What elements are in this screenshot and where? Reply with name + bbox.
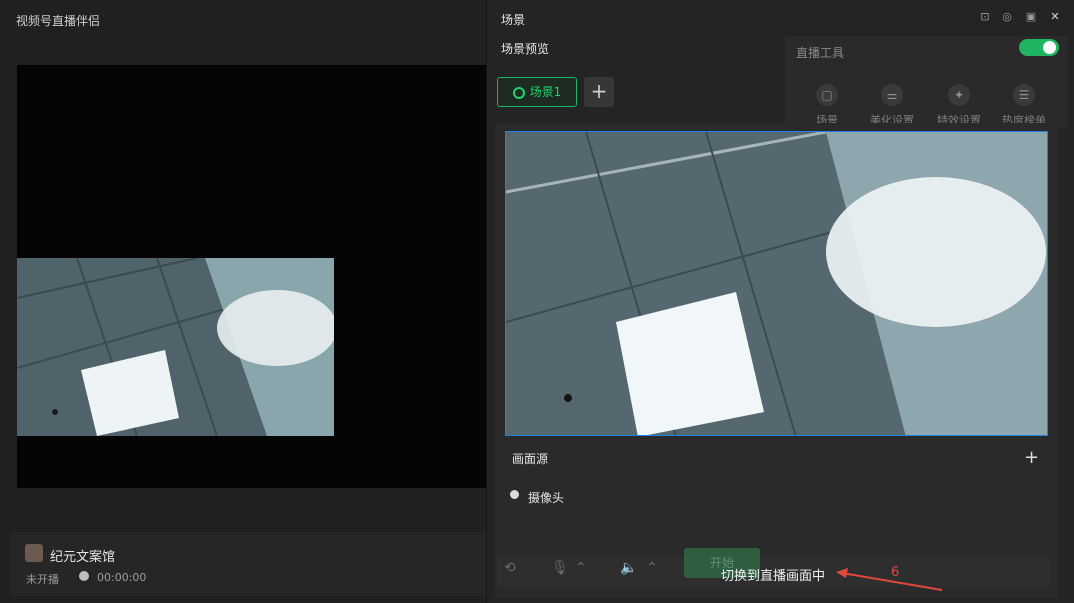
add-scene-button[interactable]: + [584,77,614,107]
scene-panel-title: 场景 [501,13,526,27]
camera-icon [510,490,519,499]
source-item-camera[interactable]: 摄像头 [528,489,564,506]
clock-icon [79,571,89,581]
account-name: 纪元文案馆 [50,550,116,565]
sliders-icon: ⚌ [881,84,903,106]
chevron-up-icon[interactable]: ⌃ [646,560,658,576]
live-tools-label: 直播工具 [796,46,845,60]
radio-dot-icon [512,86,525,99]
scene-preview-label: 场景预览 [501,42,550,56]
rotate-icon[interactable]: ⟲ [504,560,516,576]
window-title: 视频号直播伴侣 [16,14,101,28]
lock-icon[interactable]: ⊡ [978,10,992,24]
annotation-number: 6 [891,565,900,580]
camera-preview-small [17,258,334,436]
tool-ranking[interactable]: ☰ 热度榜单 [994,84,1054,128]
live-status: 未开播 [26,573,59,586]
chevron-up-icon[interactable]: ⌃ [575,560,587,576]
switch-to-live-text: 切换到直播画面中 [721,569,826,584]
sparkle-icon: ✦ [948,84,970,106]
live-tools-toggle[interactable] [1019,39,1059,56]
scene-tab-label: 场景1 [529,85,562,99]
tool-effects[interactable]: ✦ 特效设置 [929,84,989,128]
camera-preview-large [506,132,1047,435]
sources-label: 画面源 [512,452,549,466]
speaker-icon[interactable]: 🔈 [620,560,637,576]
window-icon[interactable]: ▣ [1024,10,1038,24]
list-icon: ☰ [1013,84,1035,106]
add-source-button[interactable]: + [1024,447,1039,468]
live-timer: 00:00:00 [97,571,147,584]
scene-tab-1[interactable]: 场景1 [497,77,577,107]
annotation-arrow [836,568,943,591]
avatar[interactable] [25,544,43,562]
settings-icon[interactable]: ◎ [1000,10,1014,24]
window-controls: ⊡ ◎ ▣ ✕ [978,10,1068,26]
scene-preview-canvas[interactable] [505,131,1048,436]
close-icon[interactable]: ✕ [1048,10,1062,24]
microphone-icon[interactable]: 🎙 [551,560,569,576]
tool-beauty[interactable]: ⚌ 美化设置 [862,84,922,128]
tool-scene[interactable]: ▢ 场景 [797,84,857,128]
scene-icon: ▢ [816,84,838,106]
